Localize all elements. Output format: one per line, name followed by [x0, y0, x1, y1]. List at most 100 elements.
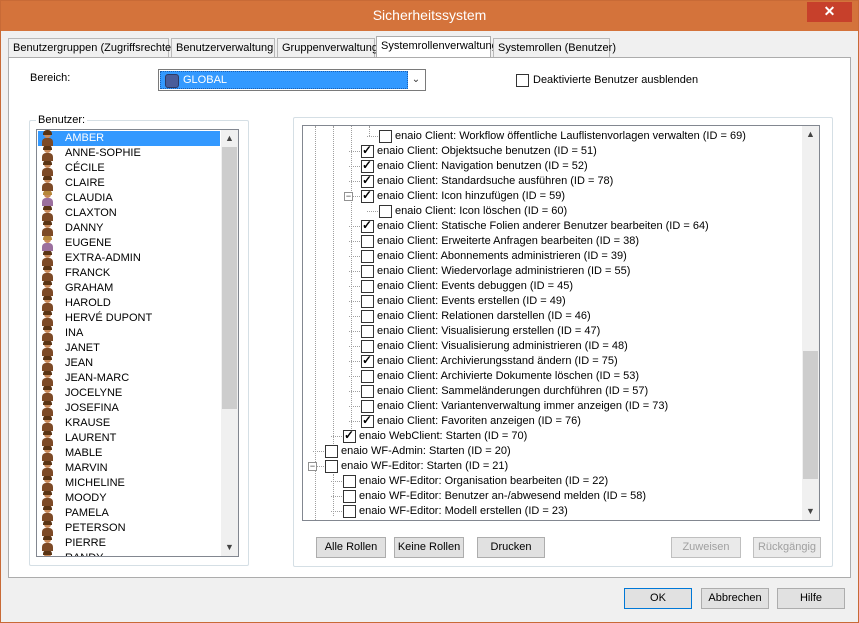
- user-list-item[interactable]: GRAHAM: [38, 280, 220, 296]
- role-checkbox[interactable]: [361, 188, 374, 203]
- collapse-icon[interactable]: −: [308, 462, 317, 471]
- role-checkbox[interactable]: [361, 340, 374, 353]
- user-name: CÉCILE: [65, 162, 105, 174]
- user-list-item[interactable]: JEAN: [38, 355, 220, 371]
- role-checkbox[interactable]: [325, 445, 338, 458]
- user-list-item[interactable]: PAMELA: [38, 505, 220, 521]
- role-checkbox[interactable]: [361, 400, 374, 413]
- role-checkbox[interactable]: [361, 385, 374, 398]
- all-roles-button[interactable]: Alle Rollen: [316, 537, 386, 558]
- tab-benutzerverwaltung[interactable]: Benutzerverwaltung: [171, 38, 275, 58]
- bereich-select[interactable]: GLOBAL ⌄: [158, 69, 426, 91]
- role-checkbox[interactable]: [361, 143, 374, 158]
- role-label: enaio Client: Visualisierung erstellen (…: [377, 325, 601, 337]
- role-checkbox[interactable]: [343, 475, 356, 488]
- user-list-item[interactable]: DANNY: [38, 220, 220, 236]
- roles-tree-scrollbar[interactable]: ▲ ▼: [802, 126, 819, 520]
- title-bar[interactable]: Sicherheitssystem ✕: [1, 1, 858, 31]
- user-list-item[interactable]: CÉCILE: [38, 160, 220, 176]
- role-checkbox[interactable]: [361, 158, 374, 173]
- user-list-item[interactable]: MICHELINE: [38, 475, 220, 491]
- collapse-icon[interactable]: −: [344, 192, 353, 201]
- assign-button[interactable]: Zuweisen: [671, 537, 741, 558]
- user-list-scrollbar[interactable]: ▲ ▼: [221, 130, 238, 556]
- user-list-item[interactable]: PETERSON: [38, 520, 220, 536]
- user-list-item[interactable]: EUGENE: [38, 235, 220, 251]
- user-list-item[interactable]: MABLE: [38, 445, 220, 461]
- user-name: EXTRA-ADMIN: [65, 252, 141, 264]
- user-list-item[interactable]: CLAIRE: [38, 175, 220, 191]
- help-button[interactable]: Hilfe: [777, 588, 845, 609]
- role-checkbox[interactable]: [361, 325, 374, 338]
- user-list-item[interactable]: HERVÉ DUPONT: [38, 310, 220, 326]
- role-checkbox[interactable]: [361, 295, 374, 308]
- user-list-item[interactable]: JANET: [38, 340, 220, 356]
- ok-button[interactable]: OK: [624, 588, 692, 609]
- role-checkbox[interactable]: [361, 173, 374, 188]
- role-checkbox[interactable]: [379, 205, 392, 218]
- user-icon: [42, 175, 53, 191]
- user-list-item[interactable]: INA: [38, 325, 220, 341]
- user-icon: [42, 280, 53, 296]
- role-label: enaio WF-Editor: Modell erstellen (ID = …: [359, 505, 568, 517]
- role-checkbox[interactable]: [361, 353, 374, 368]
- user-list-item[interactable]: PIERRE: [38, 535, 220, 551]
- role-checkbox[interactable]: [361, 218, 374, 233]
- scroll-up-icon[interactable]: ▲: [802, 126, 819, 143]
- hide-inactive-checkbox[interactable]: [516, 74, 529, 87]
- user-list-item[interactable]: FRANCK: [38, 265, 220, 281]
- role-checkbox[interactable]: [343, 490, 356, 503]
- tab-label: Benutzergruppen (Zugriffsrechte): [13, 42, 175, 54]
- role-checkbox[interactable]: [361, 235, 374, 248]
- user-name: GRAHAM: [65, 282, 114, 294]
- user-list-item[interactable]: CLAUDIA: [38, 190, 220, 206]
- user-list-item[interactable]: JEAN-MARC: [38, 370, 220, 386]
- user-list-item[interactable]: AMBER: [38, 130, 220, 146]
- user-list-item[interactable]: CLAXTON: [38, 205, 220, 221]
- role-checkbox[interactable]: [379, 130, 392, 143]
- scroll-down-icon[interactable]: ▼: [221, 539, 238, 556]
- user-list[interactable]: RANDY PIERRE PETERSON PAMELA MOODY MICHELINE M…: [36, 129, 239, 557]
- tree-guide-line: [349, 301, 360, 302]
- user-list-item[interactable]: KRAUSE: [38, 415, 220, 431]
- scroll-up-icon[interactable]: ▲: [221, 130, 238, 147]
- user-list-item[interactable]: MOODY: [38, 490, 220, 506]
- role-checkbox[interactable]: [361, 310, 374, 323]
- scroll-down-icon[interactable]: ▼: [802, 503, 819, 520]
- user-list-item[interactable]: JOCELYNE: [38, 385, 220, 401]
- role-checkbox[interactable]: [361, 370, 374, 383]
- user-list-item[interactable]: HAROLD: [38, 295, 220, 311]
- role-checkbox[interactable]: [325, 460, 338, 473]
- tab-systemrollen-benutzer[interactable]: Systemrollen (Benutzer): [493, 38, 616, 58]
- user-name: CLAIRE: [65, 177, 105, 189]
- role-label: enaio Client: Archivierte Dokumente lösc…: [377, 370, 639, 382]
- user-list-item[interactable]: RANDY: [38, 550, 220, 556]
- role-checkbox[interactable]: [343, 505, 356, 518]
- user-icon: [42, 550, 53, 556]
- roles-tree[interactable]: enaio WF-Editor: Modell erstellen (ID = …: [302, 125, 820, 521]
- role-checkbox[interactable]: [361, 280, 374, 293]
- user-list-item[interactable]: EXTRA-ADMIN: [38, 250, 220, 266]
- user-list-item[interactable]: JOSEFINA: [38, 400, 220, 416]
- scroll-thumb[interactable]: [803, 351, 818, 479]
- undo-button[interactable]: Rückgängig: [753, 537, 821, 558]
- role-checkbox[interactable]: [343, 428, 356, 443]
- tab-systemrollenverwaltung[interactable]: Systemrollenverwaltung: [376, 36, 498, 58]
- role-label: enaio Client: Erweiterte Anfragen bearbe…: [377, 235, 640, 247]
- role-checkbox[interactable]: [361, 250, 374, 263]
- user-list-item[interactable]: LAURENT: [38, 430, 220, 446]
- print-button[interactable]: Drucken: [477, 537, 545, 558]
- scroll-thumb[interactable]: [222, 147, 237, 409]
- role-checkbox[interactable]: [361, 265, 374, 278]
- user-list-item[interactable]: MARVIN: [38, 460, 220, 476]
- tab-gruppenverwaltung[interactable]: Gruppenverwaltung: [277, 38, 378, 58]
- role-checkbox[interactable]: [361, 413, 374, 428]
- role-label: enaio Client: Workflow öffentliche Laufl…: [395, 130, 746, 142]
- tab-benutzergruppen[interactable]: Benutzergruppen (Zugriffsrechte): [8, 38, 175, 58]
- chevron-down-icon[interactable]: ⌄: [407, 70, 425, 90]
- cancel-button[interactable]: Abbrechen: [701, 588, 769, 609]
- user-list-item[interactable]: ANNE-SOPHIE: [38, 145, 220, 161]
- close-button[interactable]: ✕: [807, 2, 852, 22]
- tree-guide-line: [331, 436, 342, 437]
- no-roles-button[interactable]: Keine Rollen: [394, 537, 464, 558]
